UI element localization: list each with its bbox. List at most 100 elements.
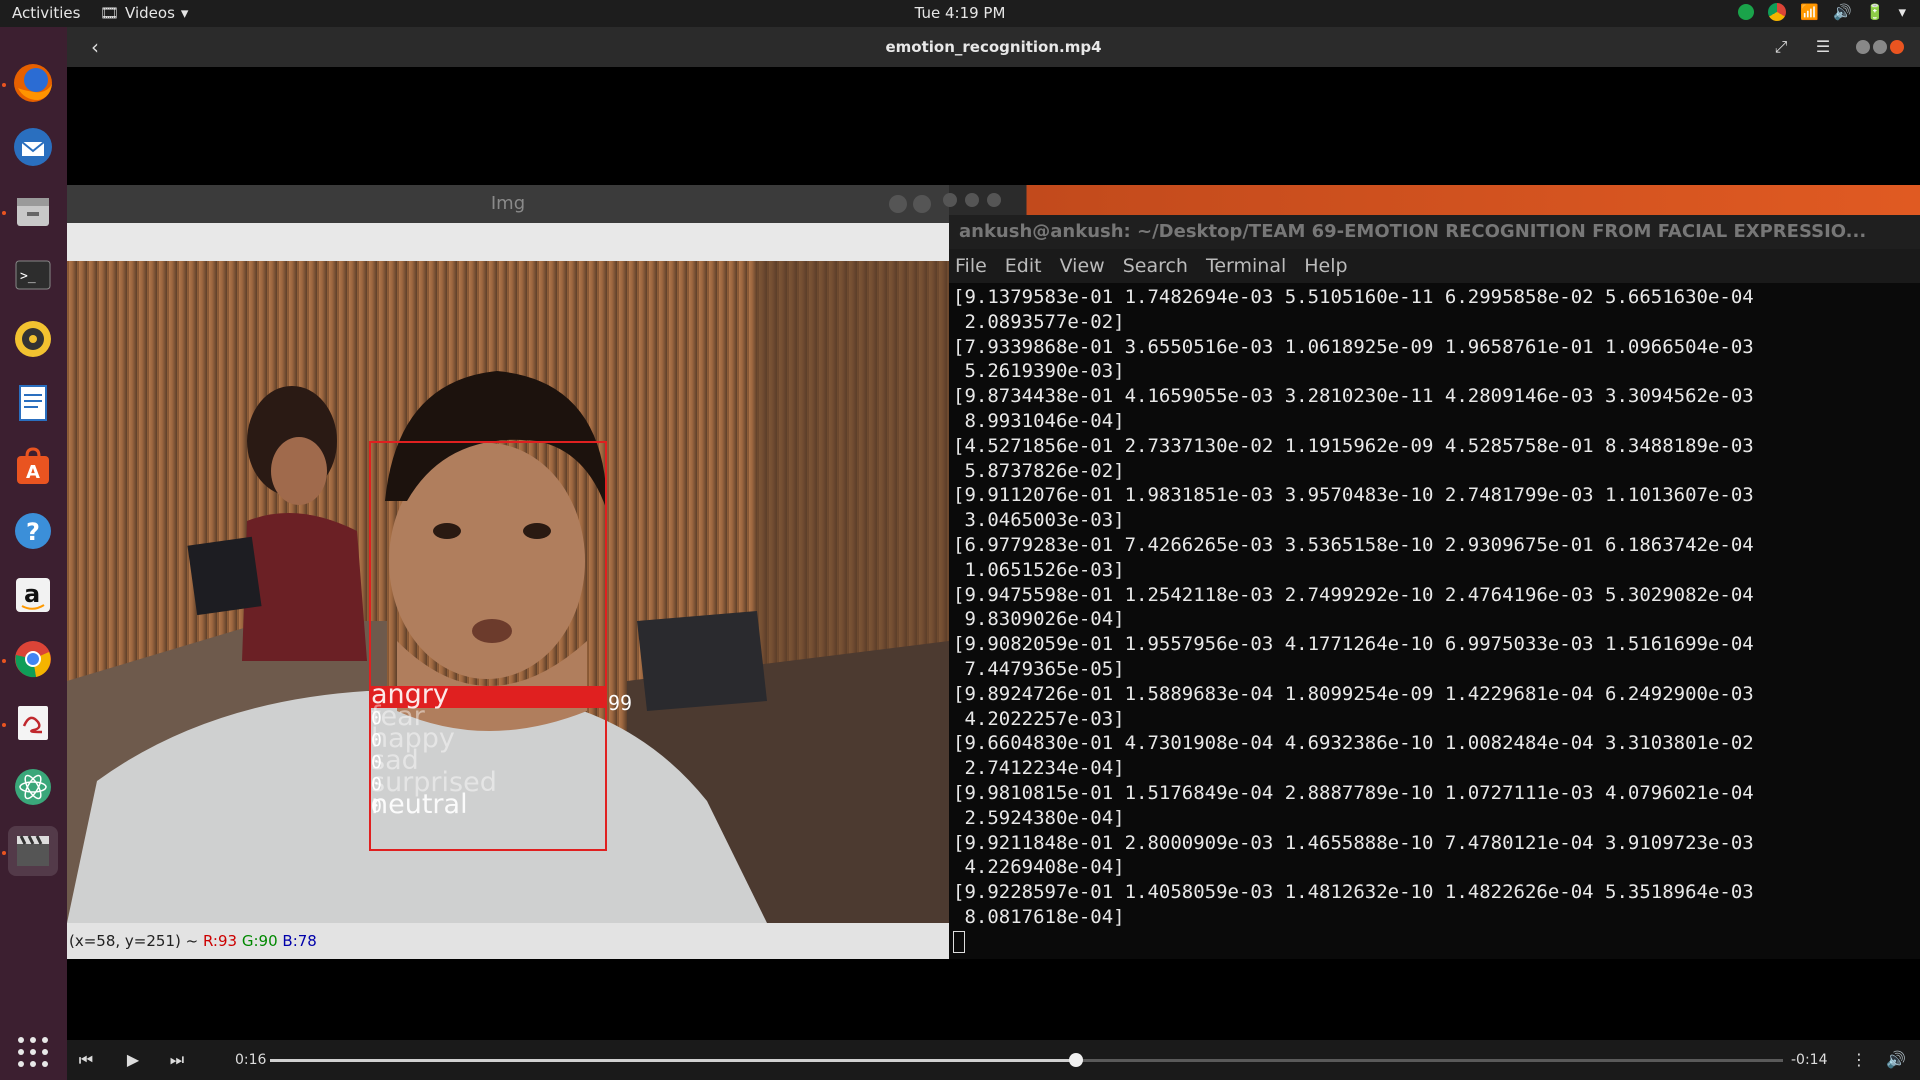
emotion-score-zero: 0 xyxy=(371,752,382,773)
player-controls: ⏮ ▶ ⏭ 0:16 -0:14 ⋮ 🔊 xyxy=(67,1040,1920,1080)
pixel-green: G:90 xyxy=(241,932,278,950)
terminal-line: [9.1379583e-01 1.7482694e-03 5.5105160e-… xyxy=(953,286,1754,308)
more-options-button[interactable]: ⋮ xyxy=(1845,1048,1873,1072)
menu-terminal[interactable]: Terminal xyxy=(1206,255,1286,277)
chevron-down-icon[interactable]: ▾ xyxy=(1898,3,1906,21)
emotion-score-zero: 0 xyxy=(371,796,382,817)
menu-button[interactable]: ☰ xyxy=(1810,35,1836,59)
camera-frame[interactable]: 99 angry fear happy sad surprised neutral 0 0 0 0… xyxy=(67,261,949,923)
terminal-line: [9.9082059e-01 1.9557956e-03 4.1771264e-… xyxy=(953,633,1754,656)
terminal-line: 3.0465003e-03] xyxy=(953,509,1125,532)
emotion-score-zero: 0 xyxy=(371,730,382,751)
emotion-label-neutral: neutral xyxy=(371,789,468,820)
play-button[interactable]: ▶ xyxy=(119,1048,147,1072)
menu-search[interactable]: Search xyxy=(1123,255,1188,277)
terminal-output[interactable]: [9.1379583e-01 1.7482694e-03 5.5105160e-… xyxy=(949,283,1920,959)
show-applications-icon[interactable] xyxy=(8,1027,58,1077)
svg-text:>_: >_ xyxy=(20,269,36,284)
terminal-icon[interactable]: >_ xyxy=(8,250,58,300)
video-frame[interactable]: Img 99 angry fear happy sad surprised ne… xyxy=(67,67,1920,1040)
close-button[interactable] xyxy=(913,195,931,213)
terminal-line: 4.2022257e-03] xyxy=(953,707,1125,730)
img-window: Img 99 angry fear happy sad surprised ne… xyxy=(67,185,949,959)
volume-button[interactable]: 🔊 xyxy=(1882,1048,1910,1072)
maximize-button[interactable] xyxy=(965,193,979,207)
terminal-line: 2.7412234e-04] xyxy=(953,757,1125,780)
battery-icon[interactable]: 🔋 xyxy=(1866,3,1885,21)
firefox-icon[interactable] xyxy=(8,58,58,108)
terminal-line: 5.2619390e-03] xyxy=(953,360,1125,383)
terminal-line: [9.9475598e-01 1.2542118e-03 2.7499292e-… xyxy=(953,583,1754,606)
terminal-line: 8.9931046e-04] xyxy=(953,409,1125,432)
terminal-line: [9.9810815e-01 1.5176849e-04 2.8887789e-… xyxy=(953,781,1754,804)
chrome-tray-icon[interactable] xyxy=(1768,3,1787,21)
status-green-icon[interactable] xyxy=(1738,4,1755,20)
terminal-title[interactable]: ankush@ankush: ~/Desktop/TEAM 69-EMOTION… xyxy=(949,215,1920,249)
clock[interactable]: Tue 4:19 PM xyxy=(0,4,1920,22)
emotion-score-zero: 0 xyxy=(371,708,382,729)
img-window-title: Img xyxy=(490,193,526,214)
img-window-titlebar[interactable]: Img xyxy=(67,185,949,223)
terminal-line: 1.0651526e-03] xyxy=(953,558,1125,581)
help-icon[interactable]: ? xyxy=(8,506,58,556)
amazon-icon[interactable]: a xyxy=(8,570,58,620)
terminal-line: [9.8924726e-01 1.5889683e-04 1.8099254e-… xyxy=(953,682,1754,705)
svg-text:A: A xyxy=(26,462,40,483)
background-window-edge xyxy=(943,185,1920,215)
document-viewer-icon[interactable] xyxy=(8,698,58,748)
volume-icon[interactable]: 🔊 xyxy=(1833,3,1852,21)
elapsed-time: 0:16 xyxy=(235,1052,267,1068)
pixel-coords: (x=58, y=251) ~ xyxy=(69,932,199,950)
next-button[interactable]: ⏭ xyxy=(163,1048,191,1072)
img-window-toolbar xyxy=(67,223,949,261)
software-center-icon[interactable]: A xyxy=(8,442,58,492)
previous-button[interactable]: ⏮ xyxy=(72,1048,100,1072)
minimize-button[interactable] xyxy=(889,195,907,213)
terminal-line: [4.5271856e-01 2.7337130e-02 1.1915962e-… xyxy=(953,434,1754,457)
wifi-icon[interactable]: 📶 xyxy=(1800,3,1819,21)
chrome-icon[interactable] xyxy=(8,634,58,684)
menu-edit[interactable]: Edit xyxy=(1005,255,1042,277)
menu-view[interactable]: View xyxy=(1060,255,1105,277)
atom-icon[interactable] xyxy=(8,762,58,812)
seek-bar[interactable] xyxy=(270,1053,1783,1067)
video-player-header: ‹ emotion_recognition.mp4 ⤢ ☰ xyxy=(67,27,1920,67)
terminal-cursor xyxy=(953,931,965,954)
svg-text:a: a xyxy=(24,580,40,608)
terminal-line: 9.8309026e-04] xyxy=(953,608,1125,631)
emotion-score-zero: 0 xyxy=(371,774,382,795)
terminal-line: 5.8737826e-02] xyxy=(953,459,1125,482)
rhythmbox-icon[interactable] xyxy=(8,314,58,364)
terminal-menubar: File Edit View Search Terminal Help xyxy=(949,249,1920,283)
maximize-button[interactable] xyxy=(1873,40,1887,54)
terminal-line: [9.6604830e-01 4.7301908e-04 4.6932386e-… xyxy=(953,732,1754,755)
close-button[interactable] xyxy=(987,193,1001,207)
pixel-red: R:93 xyxy=(202,932,238,950)
score-text: 99 xyxy=(608,691,633,715)
thunderbird-icon[interactable] xyxy=(8,122,58,172)
terminal-window: ankush@ankush: ~/Desktop/TEAM 69-EMOTION… xyxy=(943,185,1920,959)
minimize-button[interactable] xyxy=(1856,40,1870,54)
svg-text:?: ? xyxy=(26,518,40,546)
menu-file[interactable]: File xyxy=(955,255,987,277)
fullscreen-button[interactable]: ⤢ xyxy=(1768,35,1794,59)
close-button[interactable] xyxy=(1890,40,1904,54)
videos-icon[interactable] xyxy=(8,826,58,876)
minimize-button[interactable] xyxy=(943,193,957,207)
files-icon[interactable] xyxy=(8,186,58,236)
seek-fill xyxy=(270,1059,1077,1062)
terminal-line: [9.9211848e-01 2.8000909e-03 1.4655888e-… xyxy=(953,831,1754,854)
menu-help[interactable]: Help xyxy=(1304,255,1347,277)
top-bar: Activities 🎞 Videos ▾ Tue 4:19 PM 📶 🔊 🔋 … xyxy=(0,0,1920,27)
seek-handle[interactable] xyxy=(1069,1053,1084,1067)
libreoffice-writer-icon[interactable] xyxy=(8,378,58,428)
pixel-status-bar: (x=58, y=251) ~ R:93 G:90 B:78 xyxy=(67,923,949,959)
video-title: emotion_recognition.mp4 xyxy=(885,38,1102,56)
system-tray[interactable]: 📶 🔊 🔋 ▾ xyxy=(1738,3,1906,21)
terminal-line: 2.0893577e-02] xyxy=(953,310,1125,333)
terminal-line: [9.8734438e-01 4.1659055e-03 3.2810230e-… xyxy=(953,385,1754,408)
window-controls xyxy=(943,193,1001,207)
terminal-line: [9.9112076e-01 1.9831851e-03 3.9570483e-… xyxy=(953,484,1754,507)
remaining-time: -0:14 xyxy=(1791,1052,1828,1068)
terminal-line: [9.9228597e-01 1.4058059e-03 1.4812632e-… xyxy=(953,881,1754,904)
